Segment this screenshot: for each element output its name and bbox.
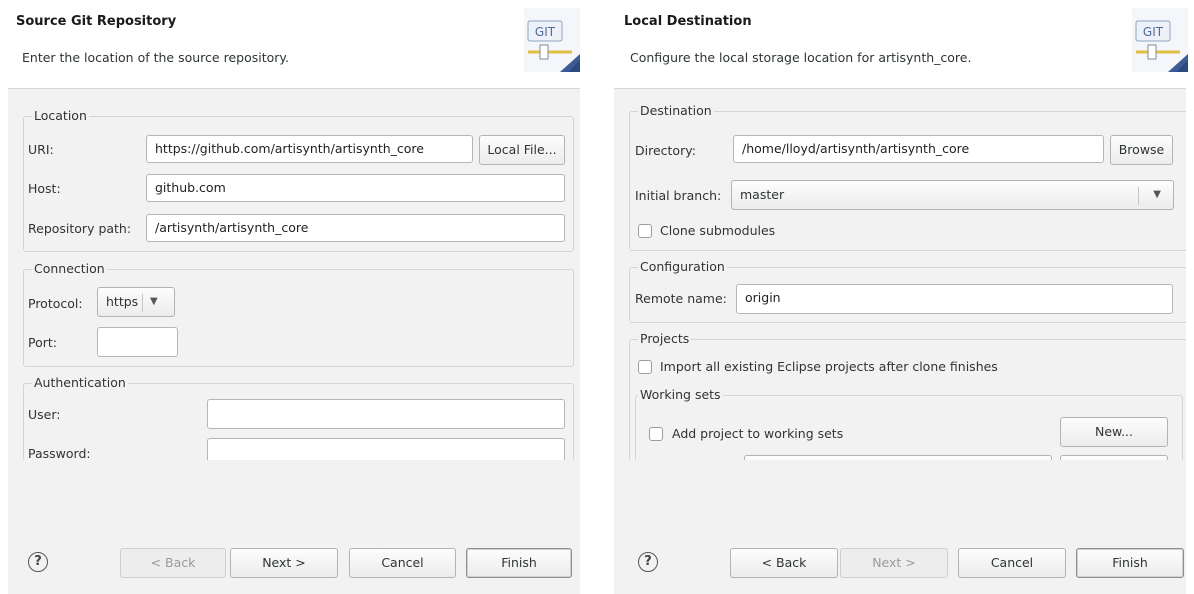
page-description: Configure the local storage location for… <box>630 50 972 65</box>
wizard-footer: ? < Back Next > Cancel Finish <box>8 460 580 594</box>
directory-input[interactable]: /home/lloyd/artisynth/artisynth_core <box>733 135 1104 163</box>
git-logo-icon: GIT <box>1132 8 1188 72</box>
import-projects-checkbox[interactable] <box>638 360 652 374</box>
local-file-button[interactable]: Local File... <box>479 135 565 165</box>
host-input[interactable]: github.com <box>146 174 565 202</box>
svg-text:GIT: GIT <box>535 25 556 39</box>
page-description: Enter the location of the source reposit… <box>22 50 289 65</box>
directory-label: Directory: <box>635 143 696 158</box>
select-divider <box>142 294 143 312</box>
clone-submodules-label: Clone submodules <box>660 223 776 238</box>
source-git-repository-dialog: Source Git Repository Enter the location… <box>8 0 588 594</box>
chevron-down-icon: ▼ <box>1153 189 1161 200</box>
remote-name-label: Remote name: <box>635 291 727 306</box>
finish-button[interactable]: Finish <box>466 548 572 578</box>
repository-path-label: Repository path: <box>28 221 132 236</box>
wizard-content: Location URI: https://github.com/artisyn… <box>8 88 580 461</box>
connection-group-title: Connection <box>32 261 107 277</box>
add-to-working-sets-label: Add project to working sets <box>672 426 844 441</box>
back-button[interactable]: < Back <box>120 548 226 578</box>
destination-group-title: Destination <box>638 103 714 119</box>
port-input[interactable] <box>97 327 178 357</box>
page-title: Source Git Repository <box>16 14 177 29</box>
browse-button[interactable]: Browse <box>1110 135 1173 165</box>
git-logo-icon: GIT <box>524 8 580 72</box>
chevron-down-icon: ▼ <box>150 296 158 307</box>
password-label: Password: <box>28 446 91 461</box>
initial-branch-label: Initial branch: <box>635 188 722 203</box>
select-divider <box>1138 187 1139 205</box>
svg-text:GIT: GIT <box>1143 25 1164 39</box>
password-input[interactable] <box>207 438 565 461</box>
wizard-footer: ? < Back Next > Cancel Finish <box>614 460 1186 594</box>
port-label: Port: <box>28 335 57 350</box>
uri-label: URI: <box>28 142 54 157</box>
wizard-banner: Local Destination Configure the local st… <box>614 0 1194 88</box>
cancel-button[interactable]: Cancel <box>349 548 456 578</box>
wizard-content: Destination Directory: /home/lloyd/artis… <box>614 88 1186 461</box>
next-button[interactable]: Next > <box>230 548 338 578</box>
initial-branch-value: master <box>740 187 785 202</box>
new-working-set-button[interactable]: New... <box>1060 417 1168 447</box>
uri-input[interactable]: https://github.com/artisynth/artisynth_c… <box>146 135 473 163</box>
remote-name-input[interactable]: origin <box>736 284 1173 314</box>
next-button[interactable]: Next > <box>840 548 948 578</box>
finish-button[interactable]: Finish <box>1076 548 1184 578</box>
location-group-title: Location <box>32 108 89 124</box>
clone-submodules-checkbox[interactable] <box>638 224 652 238</box>
help-icon[interactable]: ? <box>28 552 48 572</box>
user-label: User: <box>28 407 61 422</box>
help-icon[interactable]: ? <box>638 552 658 572</box>
cancel-button[interactable]: Cancel <box>958 548 1066 578</box>
protocol-select[interactable]: https ▼ <box>97 287 175 317</box>
wizard-banner: Source Git Repository Enter the location… <box>8 0 588 88</box>
working-sets-group-title: Working sets <box>638 387 723 403</box>
authentication-group-title: Authentication <box>32 375 128 391</box>
add-to-working-sets-checkbox[interactable] <box>649 427 663 441</box>
initial-branch-select[interactable]: master ▼ <box>731 180 1174 210</box>
host-label: Host: <box>28 181 61 196</box>
page-title: Local Destination <box>624 14 752 29</box>
user-input[interactable] <box>207 399 565 429</box>
back-button[interactable]: < Back <box>730 548 838 578</box>
repository-path-input[interactable]: /artisynth/artisynth_core <box>146 214 565 242</box>
protocol-label: Protocol: <box>28 296 83 311</box>
configuration-group-title: Configuration <box>638 259 727 275</box>
local-destination-dialog: Local Destination Configure the local st… <box>614 0 1194 594</box>
protocol-value: https <box>106 294 139 309</box>
projects-group-title: Projects <box>638 331 692 347</box>
import-projects-label: Import all existing Eclipse projects aft… <box>660 359 998 374</box>
